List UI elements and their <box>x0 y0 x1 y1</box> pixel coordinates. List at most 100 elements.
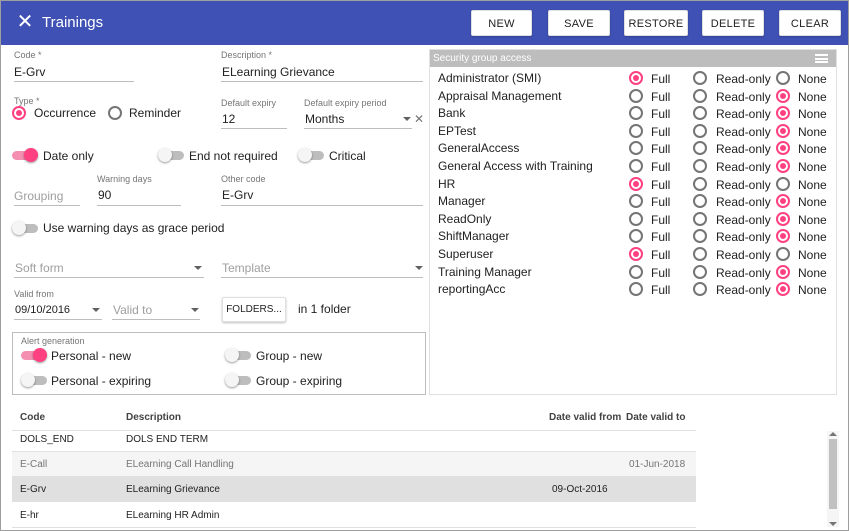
access-none-radio[interactable] <box>776 106 790 121</box>
table-row[interactable]: E-Grv ELearning Grievance 09-Oct-2016 <box>12 477 696 503</box>
access-full-radio[interactable] <box>629 264 643 279</box>
default-expiry-period-label: Default expiry period <box>304 98 387 108</box>
access-none-radio[interactable] <box>776 88 790 103</box>
access-read-only-radio[interactable] <box>693 88 707 103</box>
access-read-only-radio[interactable] <box>693 229 707 244</box>
scroll-down-icon[interactable] <box>829 522 837 526</box>
access-full-radio[interactable] <box>629 71 643 85</box>
table-row[interactable]: DOLS_END DOLS END TERM <box>12 427 696 452</box>
access-read-only-radio[interactable] <box>693 159 707 173</box>
access-full-radio[interactable] <box>629 211 643 226</box>
group-new-toggle[interactable] <box>225 348 251 362</box>
end-not-required-toggle[interactable] <box>158 148 184 162</box>
table-scrollbar[interactable] <box>827 431 839 527</box>
table-cell-to: 01-Jun-2018 <box>629 459 686 471</box>
security-group-title: Security group access <box>433 53 532 64</box>
access-full-radio[interactable] <box>629 106 643 121</box>
description-underline <box>221 81 423 82</box>
access-full-radio[interactable] <box>629 194 643 209</box>
access-full-radio[interactable] <box>629 141 643 156</box>
access-read-only-radio[interactable] <box>693 123 707 138</box>
new-button[interactable]: NEW <box>471 10 532 36</box>
valid-from-field[interactable]: 09/10/2016 <box>15 303 70 317</box>
access-full-radio[interactable] <box>629 123 643 138</box>
access-read-only-radio[interactable] <box>693 71 707 85</box>
column-header-code[interactable]: Code <box>20 412 45 424</box>
personal-expiring-toggle[interactable] <box>21 373 47 387</box>
default-expiry-period-select[interactable]: Months <box>305 112 344 126</box>
menu-icon[interactable] <box>815 54 828 63</box>
access-read-only-radio[interactable] <box>693 141 707 156</box>
scroll-up-icon[interactable] <box>829 432 837 436</box>
access-full-radio[interactable] <box>629 229 643 244</box>
access-option-label: Full <box>651 177 671 192</box>
access-option-label: Full <box>651 89 671 104</box>
access-none-radio[interactable] <box>776 159 790 173</box>
column-header-description[interactable]: Description <box>126 412 181 424</box>
access-none-radio[interactable] <box>776 247 790 261</box>
grouping-underline <box>14 205 80 206</box>
access-option-label: None <box>798 89 827 104</box>
valid-to-field[interactable]: Valid to <box>113 303 152 317</box>
access-full-radio[interactable] <box>629 282 643 297</box>
access-none-radio[interactable] <box>776 176 790 191</box>
close-icon[interactable]: ✕ <box>15 11 35 33</box>
access-none-radio[interactable] <box>776 282 790 297</box>
soft-form-select[interactable]: Soft form <box>15 261 64 275</box>
access-read-only-radio[interactable] <box>693 106 707 121</box>
table-row[interactable]: E-Call ELearning Call Handling 01-Jun-2018 <box>12 452 696 478</box>
code-field[interactable]: E-Grv <box>14 65 45 79</box>
type-reminder-radio[interactable] <box>108 106 122 120</box>
security-group-row: Manager Full Read-only None <box>430 193 836 210</box>
personal-new-toggle[interactable] <box>21 348 47 362</box>
access-none-radio[interactable] <box>776 141 790 156</box>
access-read-only-radio[interactable] <box>693 211 707 226</box>
description-field[interactable]: ELearning Grievance <box>222 65 335 79</box>
critical-toggle[interactable] <box>298 148 324 162</box>
access-read-only-radio[interactable] <box>693 282 707 297</box>
template-select[interactable]: Template <box>222 261 271 275</box>
delete-button[interactable]: DELETE <box>702 10 764 36</box>
restore-button[interactable]: RESTORE <box>624 10 688 36</box>
access-none-radio[interactable] <box>776 194 790 209</box>
chevron-down-icon[interactable] <box>403 117 411 121</box>
column-header-date-valid-to[interactable]: Date valid to <box>626 412 685 424</box>
chevron-down-icon[interactable] <box>415 266 423 270</box>
table-cell-description: ELearning HR Admin <box>126 509 220 521</box>
date-only-toggle[interactable] <box>12 148 38 162</box>
access-none-radio[interactable] <box>776 229 790 244</box>
access-option-label: Read-only <box>716 72 771 86</box>
grouping-field[interactable]: Grouping <box>14 189 63 203</box>
folders-button[interactable]: FOLDERS... <box>222 297 286 322</box>
access-full-radio[interactable] <box>629 247 643 261</box>
security-group-name: Bank <box>438 106 466 121</box>
access-none-radio[interactable] <box>776 123 790 138</box>
column-header-date-valid-from[interactable]: Date valid from <box>549 412 621 424</box>
default-expiry-field[interactable]: 12 <box>222 112 235 126</box>
access-none-radio[interactable] <box>776 71 790 85</box>
access-full-radio[interactable] <box>629 88 643 103</box>
valid-to-underline <box>112 319 200 320</box>
access-full-radio[interactable] <box>629 159 643 173</box>
save-button[interactable]: SAVE <box>548 10 610 36</box>
type-occurrence-radio[interactable] <box>12 106 26 120</box>
scrollbar-thumb[interactable] <box>829 439 837 509</box>
access-read-only-radio[interactable] <box>693 247 707 261</box>
grace-period-toggle[interactable] <box>12 221 38 235</box>
warning-days-field[interactable]: 90 <box>98 188 111 202</box>
chevron-down-icon[interactable] <box>92 308 100 312</box>
access-option-label: Full <box>651 195 671 210</box>
clear-icon[interactable]: ✕ <box>414 112 424 126</box>
chevron-down-icon[interactable] <box>191 308 199 312</box>
access-read-only-radio[interactable] <box>693 264 707 279</box>
access-none-radio[interactable] <box>776 211 790 226</box>
access-read-only-radio[interactable] <box>693 176 707 191</box>
table-row[interactable]: E-hr ELearning HR Admin <box>12 503 696 528</box>
access-none-radio[interactable] <box>776 264 790 279</box>
chevron-down-icon[interactable] <box>194 266 202 270</box>
other-code-field[interactable]: E-Grv <box>222 188 253 202</box>
access-full-radio[interactable] <box>629 176 643 191</box>
group-expiring-toggle[interactable] <box>225 373 251 387</box>
access-read-only-radio[interactable] <box>693 194 707 209</box>
clear-button[interactable]: CLEAR <box>779 10 841 36</box>
